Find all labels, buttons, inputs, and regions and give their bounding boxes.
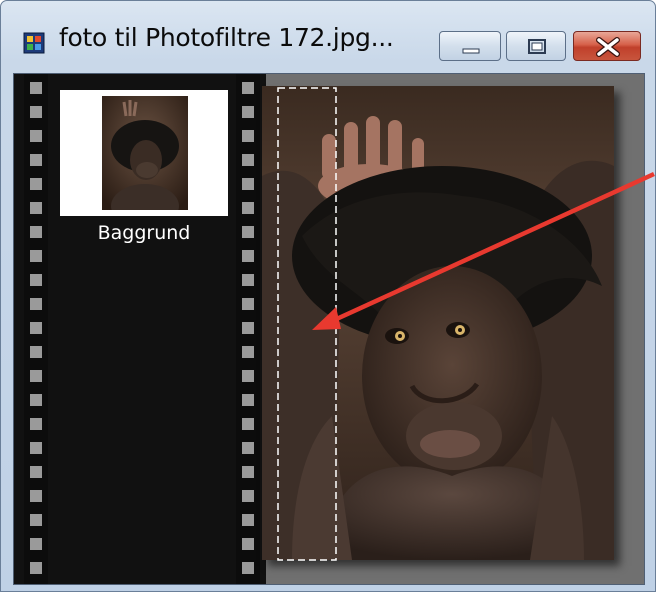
film-sprocket-hole — [30, 298, 42, 310]
film-sprocket-hole — [30, 562, 42, 574]
film-sprocket-hole — [242, 322, 254, 334]
film-sprocket-hole — [242, 418, 254, 430]
film-sprocket-hole — [242, 442, 254, 454]
film-sprocket-hole — [30, 250, 42, 262]
film-sprocket-hole — [242, 514, 254, 526]
film-sprocket-hole — [242, 346, 254, 358]
film-sprocket-hole — [242, 250, 254, 262]
film-sprocket-hole — [30, 346, 42, 358]
film-strip-right — [236, 74, 260, 584]
film-strip-left — [24, 74, 48, 584]
film-sprocket-hole — [242, 466, 254, 478]
film-sprocket-hole — [30, 202, 42, 214]
film-sprocket-hole — [30, 418, 42, 430]
film-sprocket-hole — [30, 226, 42, 238]
minimize-button[interactable] — [439, 31, 501, 61]
film-sprocket-hole — [30, 490, 42, 502]
title-bar[interactable]: foto til Photofiltre 172.jpg... — [1, 1, 655, 67]
film-sprocket-hole — [30, 538, 42, 550]
film-sprocket-hole — [242, 130, 254, 142]
film-sprocket-hole — [30, 370, 42, 382]
layer-item-baggrund[interactable] — [60, 90, 228, 216]
film-sprocket-hole — [242, 562, 254, 574]
maximize-button[interactable] — [506, 31, 566, 61]
film-sprocket-hole — [30, 466, 42, 478]
film-sprocket-hole — [242, 106, 254, 118]
window-title: foto til Photofiltre 172.jpg... — [59, 23, 394, 52]
close-button[interactable] — [573, 31, 641, 61]
film-sprocket-hole — [242, 298, 254, 310]
photofiltre-app-icon — [23, 32, 45, 54]
film-sprocket-hole — [30, 130, 42, 142]
minimize-icon — [462, 48, 480, 54]
film-sprocket-hole — [30, 82, 42, 94]
film-sprocket-hole — [242, 154, 254, 166]
film-sprocket-hole — [30, 514, 42, 526]
film-sprocket-hole — [242, 538, 254, 550]
document-image[interactable] — [262, 86, 614, 560]
layer-label: Baggrund — [97, 222, 191, 244]
film-sprocket-hole — [242, 370, 254, 382]
maximize-icon — [528, 39, 546, 54]
film-sprocket-hole — [242, 394, 254, 406]
film-sprocket-hole — [30, 274, 42, 286]
film-sprocket-hole — [242, 490, 254, 502]
film-sprocket-hole — [242, 202, 254, 214]
film-sprocket-hole — [242, 274, 254, 286]
close-icon — [596, 37, 620, 57]
film-sprocket-hole — [30, 322, 42, 334]
layer-thumbnail — [102, 96, 188, 210]
film-sprocket-hole — [30, 394, 42, 406]
film-sprocket-hole — [242, 226, 254, 238]
film-sprocket-hole — [242, 178, 254, 190]
film-sprocket-hole — [30, 442, 42, 454]
film-sprocket-hole — [30, 154, 42, 166]
film-sprocket-hole — [242, 82, 254, 94]
film-sprocket-hole — [30, 106, 42, 118]
layers-panel: Baggrund — [14, 74, 266, 584]
film-sprocket-hole — [30, 178, 42, 190]
